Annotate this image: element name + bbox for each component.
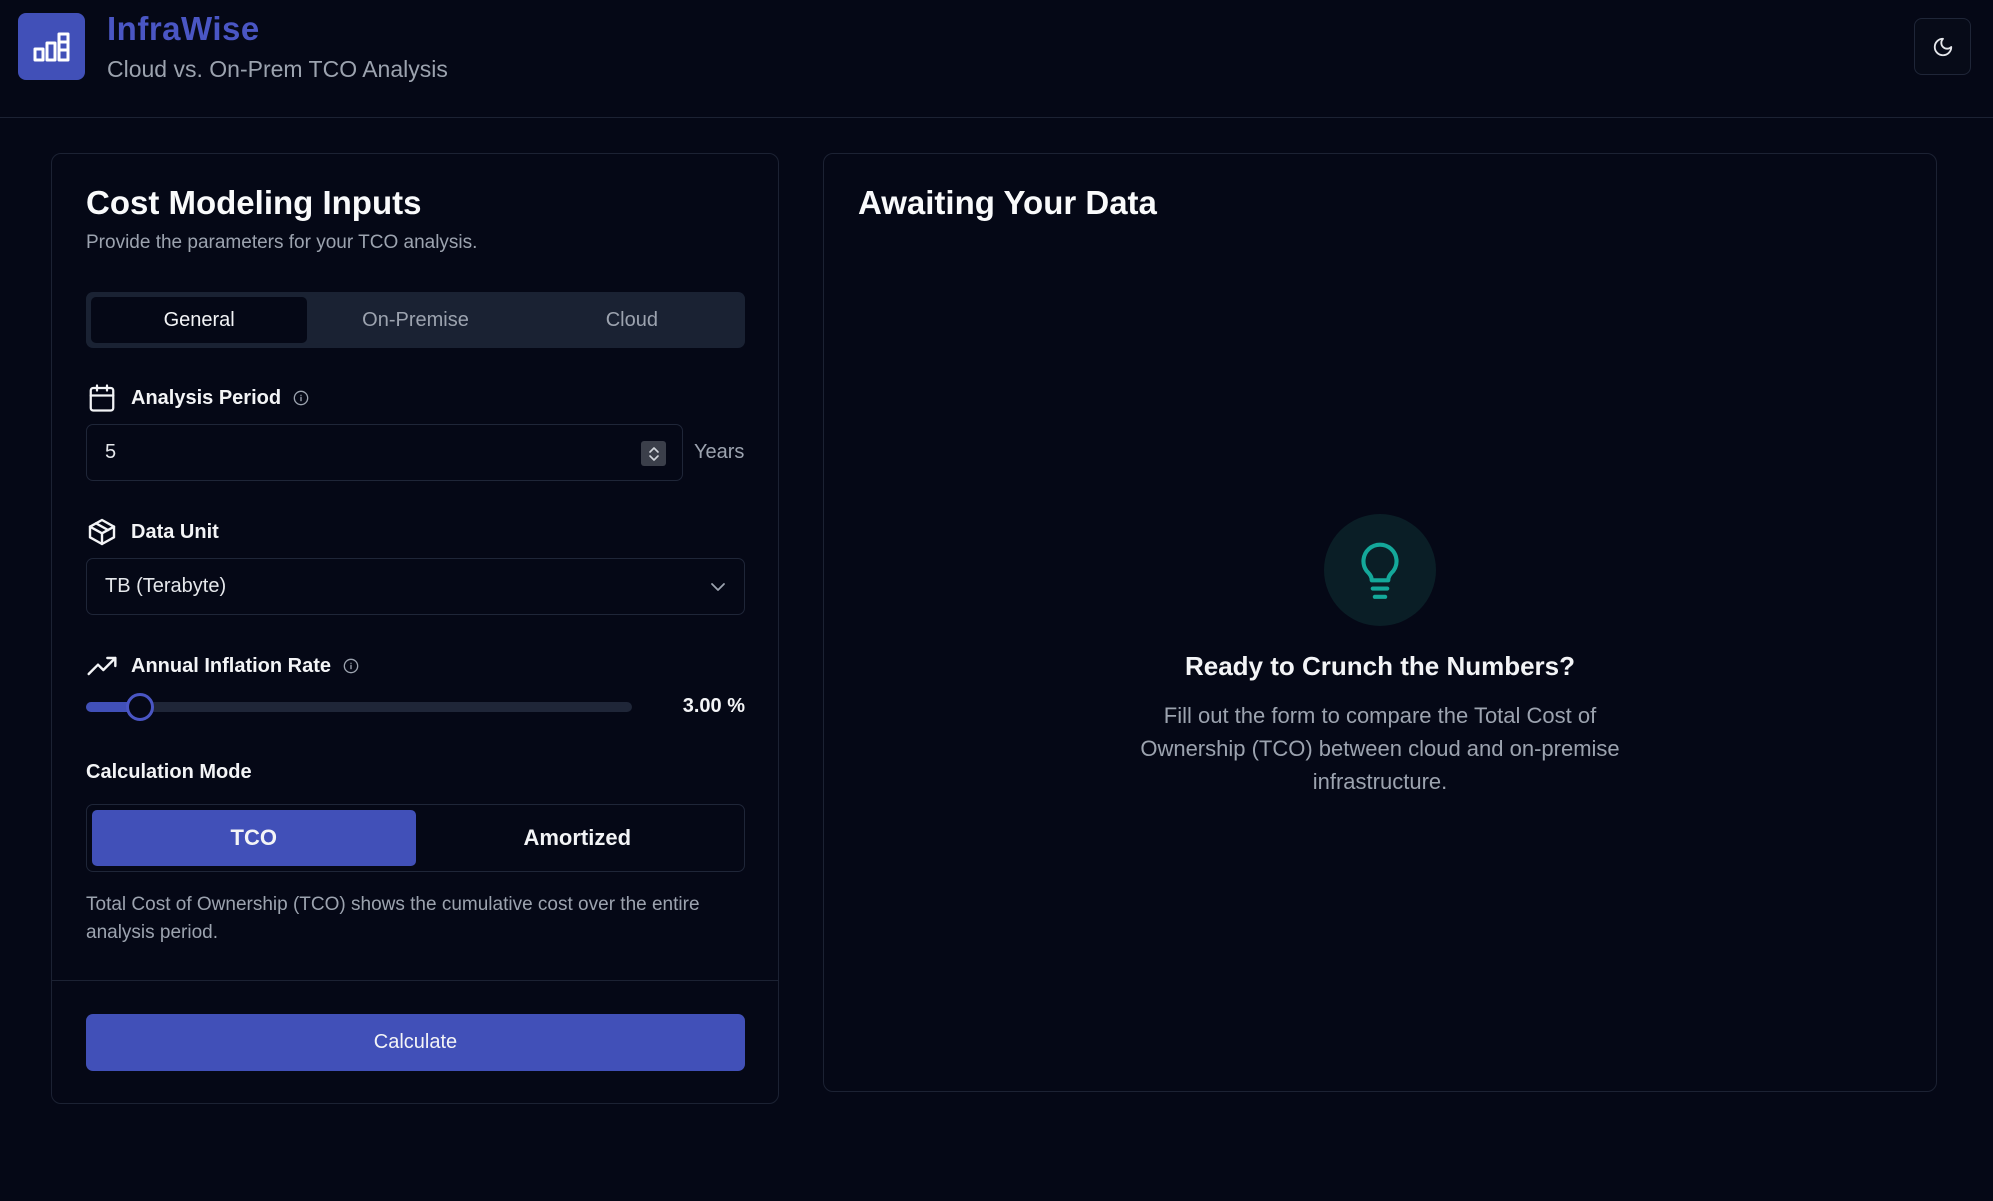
theme-toggle-button[interactable]: [1914, 18, 1971, 75]
data-unit-select[interactable]: TB (Terabyte): [86, 558, 745, 615]
calculation-mode-toggle: TCO Amortized: [86, 804, 745, 872]
chevron-up-down-icon: [648, 446, 659, 461]
trending-up-icon: [86, 650, 118, 682]
inflation-rate-label: Annual Inflation Rate: [86, 650, 359, 682]
calculation-mode-description: Total Cost of Ownership (TCO) shows the …: [86, 894, 700, 943]
empty-state-description: Fill out the form to compare the Total C…: [1140, 703, 1620, 794]
app-header: InfraWise Cloud vs. On-Prem TCO Analysis: [0, 0, 1993, 118]
results-card: Awaiting Your Data Ready to Crunch the N…: [823, 153, 1937, 1092]
data-unit-label: Data Unit: [86, 516, 219, 548]
tab-on-premise[interactable]: On-Premise: [307, 297, 523, 343]
number-stepper[interactable]: [641, 441, 666, 466]
app-subtitle: Cloud vs. On-Prem TCO Analysis: [107, 56, 448, 82]
slider-thumb[interactable]: [125, 693, 154, 721]
analysis-period-value: 5: [105, 441, 117, 463]
analysis-period-text: Analysis Period: [131, 386, 282, 409]
box-icon: [86, 516, 118, 548]
lightbulb-icon: [1324, 514, 1436, 626]
analysis-period-unit: Years: [694, 441, 745, 463]
analysis-period-label: Analysis Period: [86, 382, 309, 414]
inflation-rate-slider[interactable]: [86, 693, 632, 721]
analysis-period-input[interactable]: 5: [86, 424, 683, 481]
calendar-icon: [86, 382, 118, 414]
chevron-down-icon: [711, 582, 725, 591]
data-unit-text: Data Unit: [131, 520, 219, 543]
inputs-card-title: Cost Modeling Inputs: [86, 184, 422, 221]
info-icon[interactable]: [343, 658, 359, 674]
empty-state-title: Ready to Crunch the Numbers?: [1184, 651, 1576, 681]
inflation-rate-value: 3.00 %: [682, 695, 745, 717]
inputs-card-description: Provide the parameters for your TCO anal…: [86, 232, 478, 253]
mode-amortized-button[interactable]: Amortized: [416, 810, 740, 866]
inflation-rate-text: Annual Inflation Rate: [131, 654, 331, 677]
input-tabs: General On-Premise Cloud: [86, 292, 745, 348]
bar-chart-building-icon: [18, 13, 85, 80]
info-icon[interactable]: [293, 390, 309, 406]
calculate-button[interactable]: Calculate: [86, 1014, 745, 1071]
data-unit-selected: TB (Terabyte): [105, 575, 227, 597]
calculation-mode-label: Calculation Mode: [86, 761, 252, 783]
app-title: InfraWise: [107, 10, 260, 47]
tab-cloud[interactable]: Cloud: [524, 297, 740, 343]
cost-modeling-inputs-card: Cost Modeling Inputs Provide the paramet…: [51, 153, 779, 1104]
tab-general[interactable]: General: [91, 297, 308, 343]
moon-icon: [1933, 37, 1952, 56]
results-card-title: Awaiting Your Data: [858, 184, 1157, 221]
card-divider: [52, 980, 778, 981]
mode-tco-button[interactable]: TCO: [92, 810, 416, 866]
